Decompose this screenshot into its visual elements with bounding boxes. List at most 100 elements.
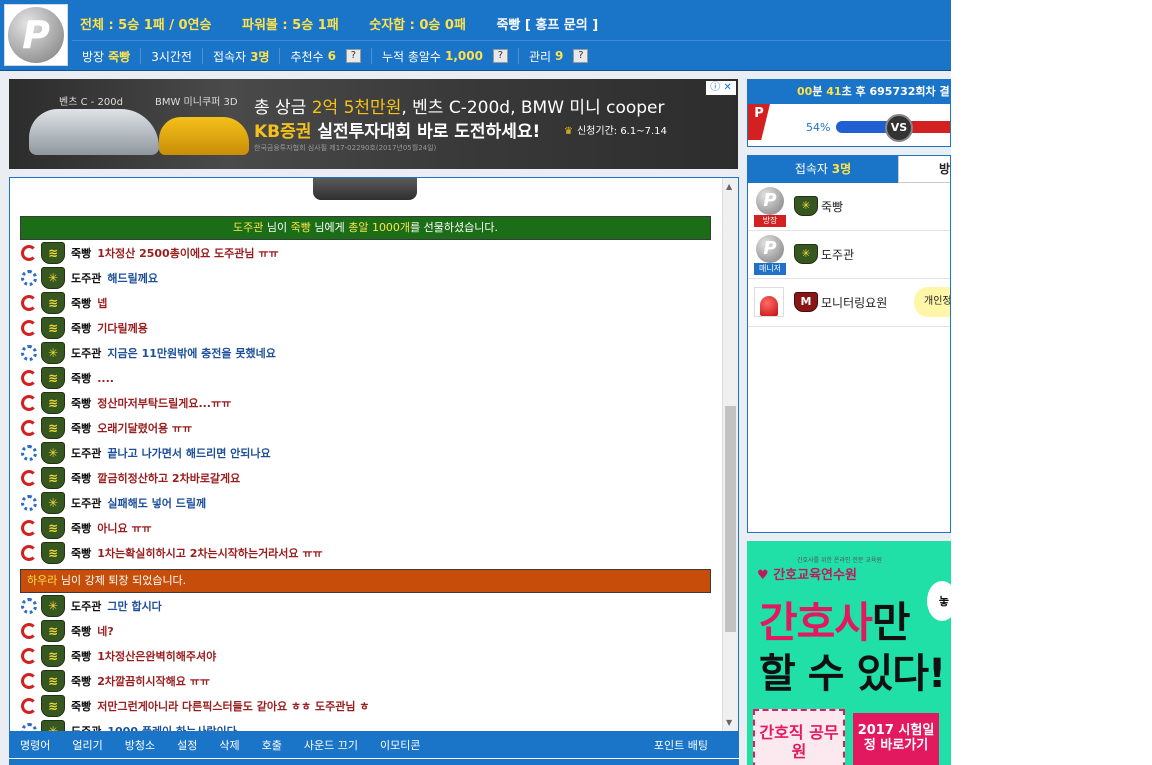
emoticon-button[interactable]: 이모티콘 — [369, 737, 431, 753]
side-ad-headline-2: 할 수 있다! — [759, 651, 946, 697]
chat-nick[interactable]: 죽빵 — [71, 470, 91, 486]
chat-text: 오래기달렸어용 ㅠㅠ — [97, 422, 193, 435]
owner-badge-icon — [21, 395, 37, 411]
chat-nick[interactable]: 죽빵 — [71, 295, 91, 311]
stat-numbersum: 숫자합 : 0승 0패 — [369, 18, 466, 33]
rank-icon: ✳ — [41, 342, 65, 364]
user-row[interactable]: M 모니터링요원 개인정 — [748, 279, 950, 327]
vs-countdown: 00분 41초 후 695732회차 결 — [748, 80, 950, 104]
vs-badge: VS — [885, 114, 913, 142]
recommend-help-button[interactable]: ? — [345, 49, 361, 63]
chat-nick[interactable]: 죽빵 — [71, 370, 91, 386]
user-row[interactable]: P 매니저 ✳ 도주관 — [748, 231, 950, 279]
chat-scrollbar[interactable]: ▲ ▼ — [722, 178, 738, 731]
rank-icon: ✳ — [41, 442, 65, 464]
chat-message: ✳ 도주관 지금은 11만원밖에 충전을 못했네요 — [21, 342, 276, 364]
side-ad-card-schedule[interactable]: 2017 시험일정 바로가기 — [853, 713, 939, 765]
stat-powerball: 파워볼 : 5승 1패 — [242, 18, 339, 33]
chat-nick[interactable]: 죽빵 — [71, 648, 91, 664]
chat-input-bar[interactable] — [9, 758, 739, 765]
command-button[interactable]: 명령어 — [9, 737, 61, 753]
user-row[interactable]: P 방장 ✳ 죽빵 — [748, 183, 950, 231]
ad-car-mini-image — [159, 117, 249, 155]
chat-message: ≋ 죽빵 1차정산은완벽히해주셔야 — [21, 645, 216, 667]
info-recommend: 추천수 6? — [280, 48, 372, 64]
user-name: 도주관 — [821, 248, 855, 262]
chat-text: 1차는확실히하시고 2차는시작하는거라서요 ㅠㅠ — [97, 547, 323, 560]
chat-message: ≋ 죽빵 저만그런게아니라 다른픽스터들도 같아요 ㅎㅎ 도주관님 ㅎ — [21, 695, 369, 717]
chat-text: .... — [97, 371, 114, 385]
tab-room[interactable]: 방 — [897, 156, 950, 183]
chat-scroll-thumb[interactable] — [725, 406, 736, 632]
chat-top-image — [313, 178, 417, 200]
chat-text: 넵 — [97, 297, 108, 310]
siren-icon — [754, 287, 784, 317]
ad-headline-2: KB증권 실전투자대회 바로 도전하세요! — [254, 122, 541, 142]
chat-nick[interactable]: 죽빵 — [71, 520, 91, 536]
chat-nick[interactable]: 죽빵 — [71, 673, 91, 689]
gift-notice: 도주관 님이 죽빵 님에게 총알 1000개를 선물하셨습니다. — [20, 216, 711, 240]
chat-nick[interactable]: 죽빵 — [71, 320, 91, 336]
manager-badge-icon — [21, 270, 37, 286]
chat-text: 2차깔끔히시작해요 ㅠㅠ — [97, 675, 210, 688]
rank-icon: ≋ — [41, 367, 65, 389]
info-visitors: 접속자 3명 — [203, 48, 281, 64]
owner-badge-icon — [21, 420, 37, 436]
user-list-tabs: 접속자 3명 방 — [748, 156, 950, 183]
powerball-p-badge-icon: P — [748, 104, 770, 140]
powerball-p-icon: P — [8, 7, 64, 63]
chat-nick[interactable]: 죽빵 — [71, 395, 91, 411]
chat-nick[interactable]: 죽빵 — [71, 245, 91, 261]
scroll-up-icon[interactable]: ▲ — [726, 182, 732, 191]
clean-room-button[interactable]: 방청소 — [114, 737, 166, 753]
chat-nick[interactable]: 도주관 — [71, 345, 101, 361]
chat-message: ✳ 도주관 해드릴께요 — [21, 267, 158, 289]
user-name: 모니터링요원 — [821, 296, 888, 310]
rank-icon: ✳ — [794, 196, 818, 216]
freeze-button[interactable]: 얼리기 — [61, 737, 113, 753]
owner-badge-icon — [21, 545, 37, 561]
chat-message: ≋ 죽빵 2차깔끔히시작해요 ㅠㅠ — [21, 670, 210, 692]
delete-button[interactable]: 삭제 — [208, 737, 250, 753]
chat-nick[interactable]: 도주관 — [71, 495, 101, 511]
chat-message: ≋ 죽빵 정산마저부탁드릴게요...ㅠㅠ — [21, 392, 231, 414]
chat-message: ≋ 죽빵 기다릴께용 — [21, 317, 148, 339]
chat-nick[interactable]: 죽빵 — [71, 698, 91, 714]
call-button[interactable]: 호출 — [251, 737, 293, 753]
sound-off-button[interactable]: 사운드 끄기 — [293, 737, 369, 753]
chat-nick[interactable]: 도주관 — [71, 598, 101, 614]
chat-nick[interactable]: 도주관 — [71, 270, 101, 286]
chat-message: ≋ 죽빵 아니요 ㅠㅠ — [21, 517, 152, 539]
chat-nick[interactable]: 죽빵 — [71, 623, 91, 639]
kick-notice: 하우라 님이 강제 퇴장 되었습니다. — [20, 569, 711, 593]
tab-visitors[interactable]: 접속자 3명 — [748, 156, 898, 183]
point-bet-button[interactable]: 포인트 배팅 — [643, 737, 719, 753]
side-ad[interactable]: 간호사를 위한 온라인 전문 교육원 ♥ 간호교육연수원 간호사만 할 수 있다!… — [747, 541, 951, 765]
side-ad-card-exam[interactable]: 간호직 공무원 — [753, 709, 845, 765]
chat-text: 정산마저부탁드릴게요...ㅠㅠ — [97, 397, 232, 410]
chat-nick[interactable]: 도주관 — [71, 723, 101, 731]
powerball-p-icon: P — [756, 187, 784, 215]
rank-icon: ≋ — [41, 542, 65, 564]
bullets-help-button[interactable]: ? — [492, 49, 508, 63]
settings-button[interactable]: 설정 — [166, 737, 208, 753]
user-avatar: P 방장 — [754, 187, 786, 227]
chat-nick[interactable]: 도주관 — [71, 445, 101, 461]
page: P 전체 : 5승 1패 / 0연승 파워볼 : 5승 1패 숫자합 : 0승 … — [0, 0, 951, 765]
room-avatar[interactable]: P — [4, 4, 68, 66]
chat-nick[interactable]: 죽빵 — [71, 420, 91, 436]
side-ad-logo: 간호사를 위한 온라인 전문 교육원 ♥ 간호교육연수원 — [757, 557, 882, 583]
chat-text: 1차정산 2500총이에요 도주관님 ㅠㅠ — [97, 247, 279, 260]
chat-nick[interactable]: 죽빵 — [71, 545, 91, 561]
powerball-p-icon: P — [756, 235, 784, 263]
chat-message: ≋ 죽빵 1차정산 2500총이에요 도주관님 ㅠㅠ — [21, 242, 279, 264]
chat-text: 기다릴께용 — [97, 322, 148, 335]
user-speech-bubble: 개인정 — [914, 287, 950, 317]
ad-banner[interactable]: 벤츠 C - 200d BMW 미니쿠퍼 3D 총 상금 2억 5천만원, 벤츠… — [9, 79, 738, 169]
ad-close-icon[interactable]: ⓘ ✕ — [706, 81, 736, 95]
manage-help-button[interactable]: ? — [573, 49, 589, 63]
chat-text: 네? — [97, 625, 114, 638]
chat-message: ✳ 도주관 실패해도 넣어 드릴께 — [21, 492, 206, 514]
chat-message: ✳ 도주관 그만 합시다 — [21, 595, 162, 617]
scroll-down-icon[interactable]: ▼ — [726, 718, 732, 727]
